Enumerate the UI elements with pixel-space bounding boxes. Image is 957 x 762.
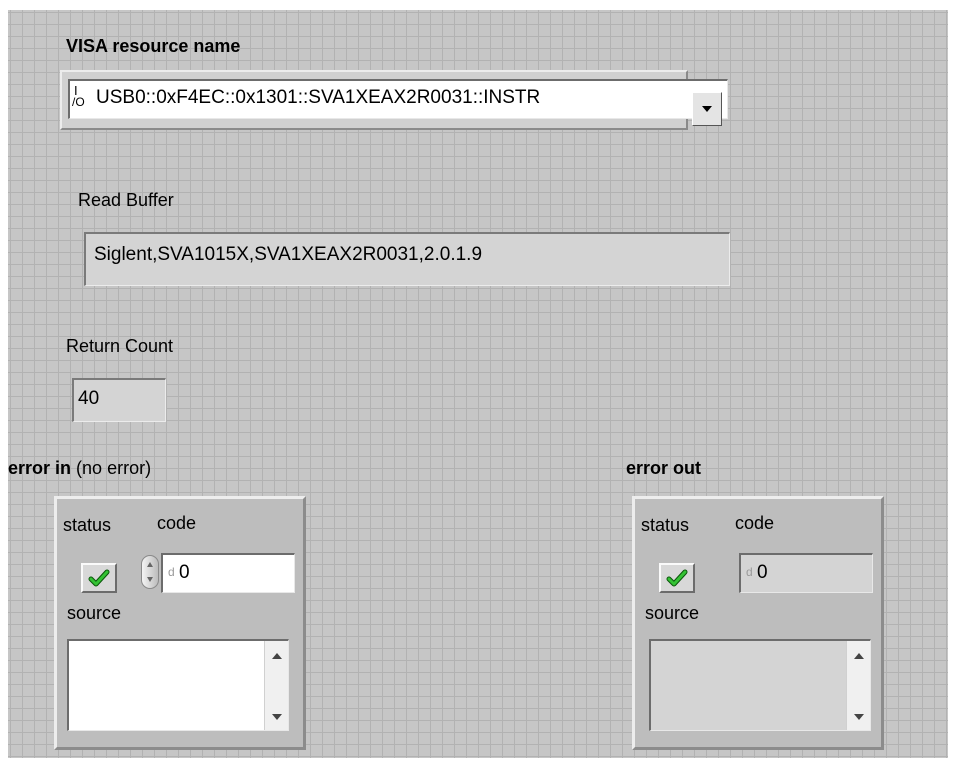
error-out-status-indicator [659, 563, 695, 593]
arrow-down-icon [147, 577, 153, 582]
radix-label: d [746, 565, 753, 579]
front-panel: VISA resource name I /O USB0::0xF4EC::0x… [8, 10, 948, 758]
visa-resource-value: USB0::0xF4EC::0x1301::SVA1XEAX2R0031::IN… [96, 87, 541, 108]
scroll-up-icon[interactable] [854, 653, 864, 659]
visa-dropdown-button[interactable] [692, 92, 722, 126]
green-checkmark-icon [666, 569, 688, 587]
error-in-status-button[interactable] [81, 563, 117, 593]
error-out-status-label: status [641, 515, 690, 535]
read-buffer-indicator: Siglent,SVA1015X,SVA1XEAX2R0031,2.0.1.9 [84, 232, 730, 286]
error-out-source-label: source [645, 603, 700, 623]
error-out-cluster: status code d 0 source [632, 496, 884, 750]
error-in-code-increment-decrement[interactable] [141, 555, 159, 589]
error-in-subtitle: (no error) [76, 458, 152, 478]
error-in-cluster: status code d 0 source [54, 496, 306, 750]
error-in-source-label: source [67, 603, 122, 623]
scroll-up-icon[interactable] [272, 653, 282, 659]
radix-label: d [168, 565, 175, 579]
error-in-source-scrollbar[interactable] [264, 641, 288, 730]
error-in-label: error in (no error) [8, 458, 151, 479]
error-in-title: error in [8, 458, 72, 478]
scroll-down-icon[interactable] [854, 714, 864, 720]
arrow-up-icon [147, 562, 153, 567]
error-out-code-value: 0 [757, 562, 768, 583]
error-out-code-label: code [735, 513, 775, 533]
error-in-code-value: 0 [179, 562, 190, 583]
io-icon: I /O [72, 83, 85, 109]
error-in-status-label: status [63, 515, 112, 535]
error-out-code-indicator: d 0 [739, 553, 873, 593]
error-in-source-input[interactable] [67, 639, 289, 731]
error-out-label: error out [626, 458, 702, 478]
error-out-source-scrollbar[interactable] [846, 641, 870, 730]
return-count-label: Return Count [66, 336, 174, 356]
error-out-source-indicator [649, 639, 871, 731]
scroll-down-icon[interactable] [272, 714, 282, 720]
return-count-indicator: 40 [72, 378, 166, 422]
error-in-code-input[interactable]: d 0 [161, 553, 295, 593]
visa-resource-label: VISA resource name [66, 36, 241, 56]
error-in-code-label: code [157, 513, 197, 533]
read-buffer-label: Read Buffer [78, 190, 174, 210]
green-checkmark-icon [88, 569, 110, 587]
triangle-down-icon [702, 106, 712, 112]
